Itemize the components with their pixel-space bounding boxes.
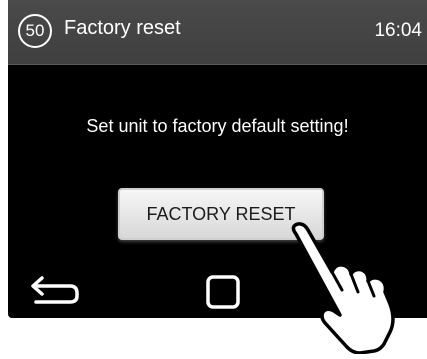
pointing-hand-icon [280,220,415,355]
step-number-badge: 50 [18,14,52,48]
title-bar: 50 Factory reset 16:04 [8,0,427,65]
back-button[interactable] [30,272,82,306]
home-button[interactable] [205,274,241,310]
home-square-icon [206,275,240,309]
clock: 16:04 [374,20,422,41]
back-arrow-icon [31,276,79,304]
factory-reset-message: Set unit to factory default setting! [86,116,349,136]
page-title: Factory reset [64,17,181,39]
